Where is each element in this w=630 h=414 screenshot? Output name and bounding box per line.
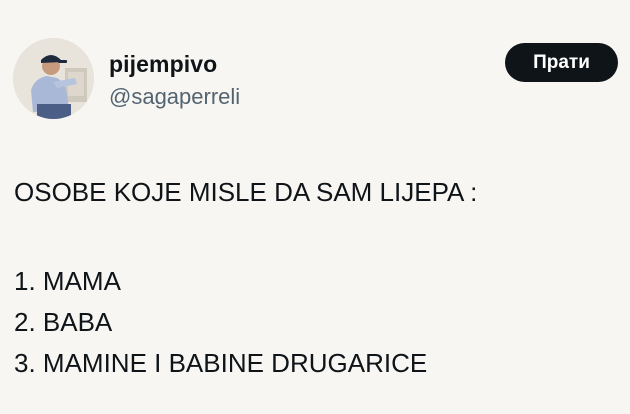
user-handle[interactable]: @sagaperreli <box>109 84 240 110</box>
tweet-line-item: 2. BABA <box>14 307 113 337</box>
avatar[interactable] <box>13 38 94 119</box>
tweet-text: OSOBE KOJE MISLE DA SAM LIJEPA : 1. MAMA… <box>14 172 477 384</box>
tweet-line-item: 3. MAMINE I BABINE DRUGARICE <box>14 348 428 378</box>
tweet-line-heading: OSOBE KOJE MISLE DA SAM LIJEPA : <box>14 177 478 207</box>
tweet-card: pijempivo @sagaperreli Прати OSOBE KOJE … <box>0 0 630 414</box>
tweet-line-item: 1. MAMA <box>14 266 121 296</box>
user-photo-icon <box>13 38 94 119</box>
display-name[interactable]: pijempivo <box>109 50 217 78</box>
follow-button[interactable]: Прати <box>505 43 618 82</box>
